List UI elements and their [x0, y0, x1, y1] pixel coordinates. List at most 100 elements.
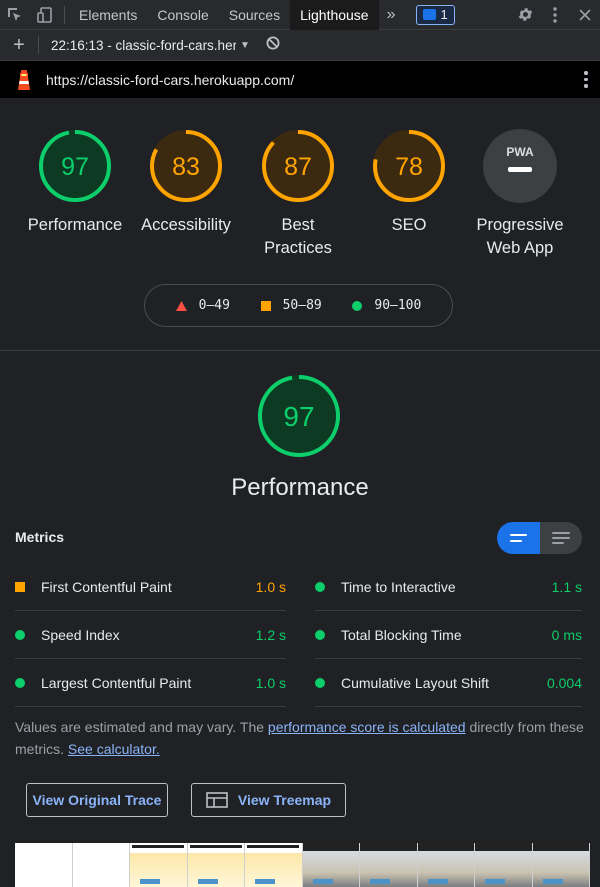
gauge-score: 83: [172, 153, 200, 181]
legend-range: 0–49: [198, 298, 230, 313]
lighthouse-toolbar: + 22:16:13 - classic-ford-cars.herokuapp…: [0, 30, 600, 61]
tab-sources[interactable]: Sources: [219, 0, 290, 30]
compact-view-icon[interactable]: [497, 522, 540, 554]
expanded-view-icon[interactable]: [540, 522, 582, 554]
issues-count: 1: [440, 7, 448, 22]
circle-icon: [315, 629, 325, 640]
issues-badge[interactable]: 1: [415, 4, 455, 25]
metric-speed-index[interactable]: Speed Index 1.2 s: [15, 611, 286, 659]
filmstrip-frame: [15, 843, 73, 887]
filmstrip-frame: [302, 843, 360, 887]
filmstrip-frame: [245, 843, 303, 887]
circle-icon: [352, 300, 363, 311]
message-icon: [422, 9, 436, 20]
metrics-view-toggle[interactable]: [497, 522, 582, 554]
score-legend: 0–49 50–89 90–100: [144, 284, 453, 327]
filmstrip-frame: [72, 843, 130, 887]
legend-range: 50–89: [282, 298, 322, 313]
legend-item-pass: 90–100: [352, 298, 421, 313]
button-label: View Original Trace: [32, 792, 162, 808]
triangle-icon: [175, 300, 187, 311]
gauge-pwa[interactable]: PWA Progressive Web App: [454, 128, 586, 260]
legend-range: 90–100: [374, 298, 422, 313]
metric-value: 1.2 s: [255, 626, 286, 643]
score-calculated-link[interactable]: performance score is calculated: [268, 719, 466, 735]
filmstrip-frame: [187, 843, 245, 887]
button-label: View Treemap: [237, 792, 332, 808]
view-original-trace-button[interactable]: View Original Trace: [26, 783, 168, 817]
metric-name: Speed Index: [41, 626, 120, 643]
gauge-best-practices[interactable]: 87 Best Practices: [242, 128, 354, 260]
filmstrip-frame: [475, 843, 533, 887]
metric-value: 1.0 s: [255, 674, 286, 691]
gear-icon[interactable]: [510, 0, 540, 30]
filmstrip-frame: [532, 843, 590, 887]
circle-icon: [15, 629, 25, 640]
tab-lighthouse[interactable]: Lighthouse: [290, 0, 379, 30]
pwa-dash-icon: [508, 167, 532, 172]
device-toolbar-icon[interactable]: [30, 0, 60, 30]
metric-value: 1.0 s: [255, 578, 286, 595]
section-divider: [0, 350, 600, 351]
performance-title: Performance: [231, 474, 369, 501]
gauge-performance[interactable]: 97 Performance: [19, 128, 131, 237]
metric-value: 1.1 s: [551, 578, 582, 595]
gauge-accessibility[interactable]: 83 Accessibility: [130, 128, 242, 237]
metric-name: Cumulative Layout Shift: [341, 674, 489, 691]
performance-score: 97: [283, 401, 314, 432]
metric-value: 0 ms: [551, 626, 582, 643]
report-selector[interactable]: 22:16:13 - classic-ford-cars.herokuapp.c…: [38, 36, 250, 54]
tab-console[interactable]: Console: [147, 0, 218, 30]
circle-icon: [315, 677, 325, 688]
pwa-badge-text: PWA: [506, 145, 534, 159]
metric-name: Total Blocking Time: [341, 626, 462, 643]
toolbar-separator: [64, 5, 65, 24]
metric-total-blocking-time[interactable]: Total Blocking Time 0 ms: [315, 611, 582, 659]
circle-icon: [315, 581, 325, 592]
report-menu-icon[interactable]: [584, 71, 588, 88]
filmstrip-frame: [417, 843, 475, 887]
view-treemap-button[interactable]: View Treemap: [191, 783, 346, 817]
metrics-heading: Metrics: [15, 529, 65, 545]
square-icon: [15, 581, 25, 592]
metric-name: First Contentful Paint: [41, 578, 172, 595]
report-url: https://classic-ford-cars.herokuapp.com/: [46, 71, 295, 88]
square-icon: [260, 300, 271, 311]
legend-item-average: 50–89: [260, 298, 322, 313]
gauge-score: 87: [284, 153, 312, 181]
gauge-label: SEO: [391, 216, 427, 234]
report-url-bar: https://classic-ford-cars.herokuapp.com/: [0, 61, 600, 98]
metric-value: 0.004: [546, 674, 582, 691]
filmstrip-frame: [360, 843, 418, 887]
gauge-score: 78: [395, 153, 423, 181]
gauge-label: Progressive Web App: [476, 216, 564, 257]
metrics-note: Values are estimated and may vary. The p…: [15, 716, 585, 760]
treemap-icon: [206, 792, 228, 808]
report-selector-label: 22:16:13 - classic-ford-cars.herokuapp.c…: [51, 37, 236, 53]
note-text: Values are estimated and may vary. The: [15, 719, 268, 735]
gauge-label: Accessibility: [141, 216, 231, 234]
see-calculator-link[interactable]: See calculator.: [68, 741, 160, 757]
clear-all-icon[interactable]: [266, 36, 280, 55]
more-vertical-icon[interactable]: [540, 0, 570, 30]
screenshot-filmstrip: [15, 843, 590, 887]
tab-elements[interactable]: Elements: [69, 0, 147, 30]
metric-name: Largest Contentful Paint: [41, 674, 192, 691]
gauge-label: Best Practices: [264, 216, 332, 257]
legend-item-fail: 0–49: [175, 298, 230, 313]
close-icon[interactable]: [570, 0, 600, 30]
metric-name: Time to Interactive: [341, 578, 456, 595]
metric-cumulative-layout-shift[interactable]: Cumulative Layout Shift 0.004: [315, 659, 582, 707]
new-report-icon[interactable]: +: [0, 34, 38, 57]
metric-largest-contentful-paint[interactable]: Largest Contentful Paint 1.0 s: [15, 659, 286, 707]
gauge-label: Performance: [27, 216, 123, 234]
inspect-element-icon[interactable]: [0, 0, 30, 30]
devtools-tabbar: Elements Console Sources Lighthouse » 1: [0, 0, 600, 30]
filmstrip-frame: [130, 843, 188, 887]
gauge-seo[interactable]: 78 SEO: [353, 128, 465, 237]
performance-gauge: 97: [258, 375, 340, 457]
gauge-score: 97: [61, 153, 89, 181]
metric-first-contentful-paint[interactable]: First Contentful Paint 1.0 s: [15, 563, 286, 611]
metric-time-to-interactive[interactable]: Time to Interactive 1.1 s: [315, 563, 582, 611]
chevron-double-right-icon[interactable]: »: [379, 6, 404, 24]
